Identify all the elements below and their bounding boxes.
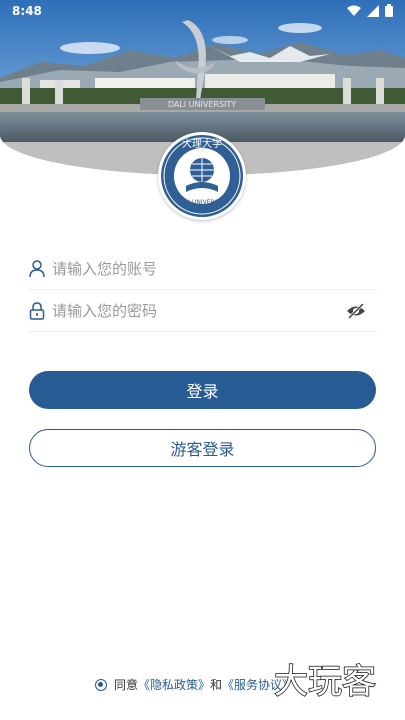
status-time: 8:48 [12, 4, 42, 18]
campus-sign-text: DALI UNIVERSITY [168, 100, 236, 109]
agreement-prefix: 同意 [114, 678, 139, 692]
battery-icon [385, 4, 393, 17]
guest-login-button[interactable]: 游客登录 [29, 429, 376, 467]
agreement-radio[interactable] [95, 678, 107, 691]
wifi-icon [347, 5, 361, 16]
status-bar: 8:48 [0, 0, 405, 24]
agreement-conjunction: 和 [210, 678, 223, 692]
status-icons [347, 4, 393, 17]
privacy-policy-link[interactable]: 《隐私政策》 [138, 676, 210, 693]
person-icon [28, 260, 46, 278]
logo-name-en: DALI UNIVERSITY [176, 199, 228, 206]
login-button[interactable]: 登录 [29, 371, 376, 409]
eye-off-icon[interactable] [345, 300, 367, 322]
password-input[interactable] [52, 302, 345, 320]
account-field [28, 249, 377, 290]
university-logo: 大理大学 DALI UNIVERSITY [158, 132, 246, 220]
signal-icon [367, 4, 379, 17]
password-field [28, 291, 377, 332]
logo-name-cn: 大理大学 [182, 137, 222, 150]
watermark-logo: 大玩客 [262, 655, 388, 705]
lock-icon [28, 302, 46, 320]
watermark-text: 大玩客 [274, 662, 376, 702]
account-input[interactable] [52, 260, 377, 278]
